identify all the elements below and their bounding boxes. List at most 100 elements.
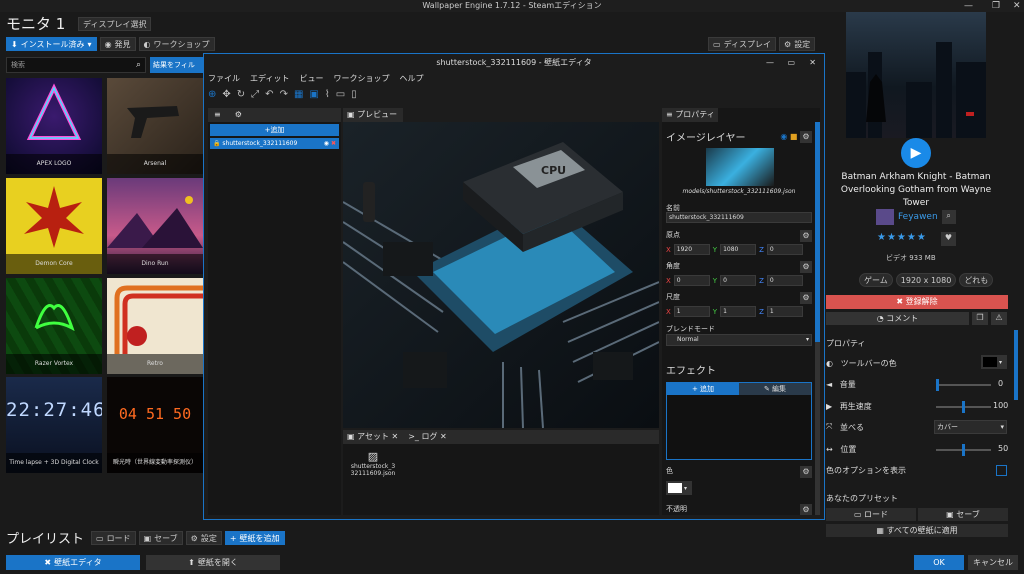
tab-properties[interactable]: ≡ プロパティ [662, 108, 718, 122]
scale-tool-icon[interactable]: ⤢ [251, 89, 259, 100]
author-link[interactable]: Feyawen [898, 212, 938, 222]
wallpaper-tile[interactable]: Arsenal [107, 78, 203, 174]
apply-all-button[interactable]: ▦ すべての壁紙に適用 [826, 524, 1008, 537]
menu-file[interactable]: ファイル [208, 73, 240, 84]
asset-file[interactable]: ▨ shutterstock_332111609.json [349, 450, 397, 477]
rotate-tool-icon[interactable]: ↻ [237, 89, 245, 100]
preset-save-button[interactable]: ▣ セーブ [918, 508, 1008, 521]
wallpaper-tile[interactable]: Razer Vortex [6, 278, 102, 374]
add-layer-button[interactable]: +追加 [210, 124, 339, 136]
layers-icon[interactable]: ≡ [214, 108, 221, 122]
angle-x-field[interactable]: 0 [673, 275, 710, 286]
wallpaper-tile[interactable]: 22:27:46 Time lapse + 3D Digital Clock [6, 377, 102, 473]
wallpaper-tile[interactable]: Retro [107, 278, 203, 374]
select-tool-icon[interactable]: ⊕ [208, 89, 216, 100]
chart-icon[interactable]: ⌇ [325, 89, 330, 100]
undo-icon[interactable]: ↶ [265, 89, 273, 100]
comment-button[interactable]: ◔ コメント [826, 312, 969, 325]
effects-edit-button[interactable]: ✎ 編集 [739, 383, 811, 395]
scale-x-field[interactable]: 1 [673, 306, 710, 317]
gear-icon[interactable]: ⚙ [800, 504, 812, 515]
show-color-options-checkbox[interactable] [996, 465, 1007, 476]
color-picker[interactable]: ▾ [666, 481, 692, 495]
angle-y-field[interactable]: 0 [720, 275, 757, 286]
tab-assets[interactable]: ▣ アセット ✕ [347, 430, 398, 444]
origin-y-field[interactable]: 1080 [720, 244, 757, 255]
grid-icon[interactable]: ▦ [294, 89, 303, 100]
menu-help[interactable]: ヘルプ [399, 73, 423, 84]
playlist-settings-button[interactable]: ⚙ 設定 [185, 531, 222, 545]
menu-edit[interactable]: エディット [250, 73, 289, 84]
scale-y-field[interactable]: 1 [720, 306, 757, 317]
lock-icon[interactable]: ■ [790, 132, 798, 141]
desktop-icon[interactable]: ▭ [336, 89, 345, 100]
align-select[interactable]: カバー ▾ [934, 420, 1007, 434]
display-button[interactable]: ▭ ディスプレイ [708, 37, 777, 51]
menu-view[interactable]: ビュー [299, 73, 323, 84]
editor-close-button[interactable]: ✕ [809, 54, 816, 71]
redo-icon[interactable]: ↷ [280, 89, 288, 100]
angle-z-field[interactable]: 0 [766, 275, 803, 286]
close-button[interactable]: ✕ [1013, 0, 1021, 12]
wallpaper-tile[interactable]: 04 51 50 瞬光時（世界線変動率探測仪） [107, 377, 203, 473]
filter-button[interactable]: 結果をフィル [150, 57, 203, 73]
unsubscribe-button[interactable]: ✖ 登録解除 [826, 295, 1008, 309]
minimize-button[interactable]: — [964, 0, 973, 12]
editor-maximize-button[interactable]: ▭ [787, 54, 795, 71]
gear-icon[interactable]: ⚙ [800, 292, 812, 304]
tab-workshop[interactable]: ◐ ワークショップ [138, 37, 215, 51]
playlist-save-button[interactable]: ▣ セーブ [138, 531, 183, 545]
wallpaper-editor-button[interactable]: ✖ 壁紙エディタ [6, 555, 140, 570]
move-tool-icon[interactable]: ✥ [222, 89, 230, 100]
tag[interactable]: どれも [959, 273, 994, 287]
tab-log[interactable]: >_ ログ ✕ [408, 430, 447, 444]
wallpaper-tile[interactable]: APEX LOGO [6, 78, 102, 174]
speed-slider[interactable] [936, 401, 991, 413]
editor-minimize-button[interactable]: — [766, 54, 774, 71]
tab-preview[interactable]: ▣ プレビュー [343, 108, 403, 122]
avatar[interactable] [876, 209, 894, 225]
preview-canvas[interactable]: CPU [343, 122, 659, 428]
heart-icon[interactable]: ♥ [941, 232, 956, 246]
eye-icon[interactable]: ◉ [324, 140, 329, 147]
eye-icon[interactable]: ◉ [780, 132, 787, 141]
display-select-button[interactable]: ディスプレイ選択 [78, 17, 152, 31]
gear-icon[interactable]: ⚙ [800, 261, 812, 273]
open-wallpaper-button[interactable]: ⬆ 壁紙を開く [146, 555, 280, 570]
wallpaper-tile[interactable]: Dino Run [107, 178, 203, 274]
cancel-button[interactable]: キャンセル [968, 555, 1018, 570]
gear-icon[interactable]: ⚙ [800, 466, 812, 478]
playlist-load-button[interactable]: ▭ ロード [91, 531, 136, 545]
preset-load-button[interactable]: ▭ ロード [826, 508, 916, 521]
volume-slider[interactable] [936, 379, 991, 391]
origin-x-field[interactable]: 1920 [673, 244, 710, 255]
origin-z-field[interactable]: 0 [766, 244, 803, 255]
gear-icon[interactable]: ⚙ [235, 108, 242, 122]
ok-button[interactable]: OK [914, 555, 964, 570]
search-icon[interactable]: ⌕ [941, 210, 956, 224]
add-wallpaper-button[interactable]: + 壁紙を追加 [224, 531, 285, 545]
tag[interactable]: ゲーム [859, 273, 893, 287]
tab-discover[interactable]: ◉ 発見 [99, 37, 136, 51]
scale-z-field[interactable]: 1 [766, 306, 803, 317]
toolbar-color-picker[interactable]: ▾ [981, 355, 1007, 369]
gear-icon[interactable]: ⚙ [800, 230, 812, 242]
copy-icon[interactable]: ❐ [972, 312, 988, 325]
tag[interactable]: 1920 x 1080 [895, 273, 957, 287]
maximize-button[interactable]: ❐ [992, 0, 1000, 12]
search-input[interactable]: 検索 [11, 60, 25, 70]
gear-icon[interactable]: ⚙ [800, 130, 812, 143]
name-field[interactable]: shutterstock_332111609 [666, 212, 812, 223]
mobile-icon[interactable]: ▯ [351, 89, 357, 100]
position-slider[interactable] [936, 444, 991, 456]
frame-icon[interactable]: ▣ [309, 89, 318, 100]
settings-button[interactable]: ⚙ 設定 [779, 37, 816, 51]
layer-item[interactable]: 🔒 shutterstock_332111609 ◉ ✖ [210, 138, 339, 149]
warning-icon[interactable]: ⚠ [991, 312, 1007, 325]
tab-installed[interactable]: ⬇ インストール済み ▾ [6, 37, 97, 51]
delete-icon[interactable]: ✖ [331, 140, 336, 147]
menu-workshop[interactable]: ワークショップ [333, 73, 389, 84]
effects-add-button[interactable]: + 追加 [667, 383, 739, 395]
play-button[interactable]: ▶ [901, 138, 931, 168]
wallpaper-tile[interactable]: Demon Core [6, 178, 102, 274]
